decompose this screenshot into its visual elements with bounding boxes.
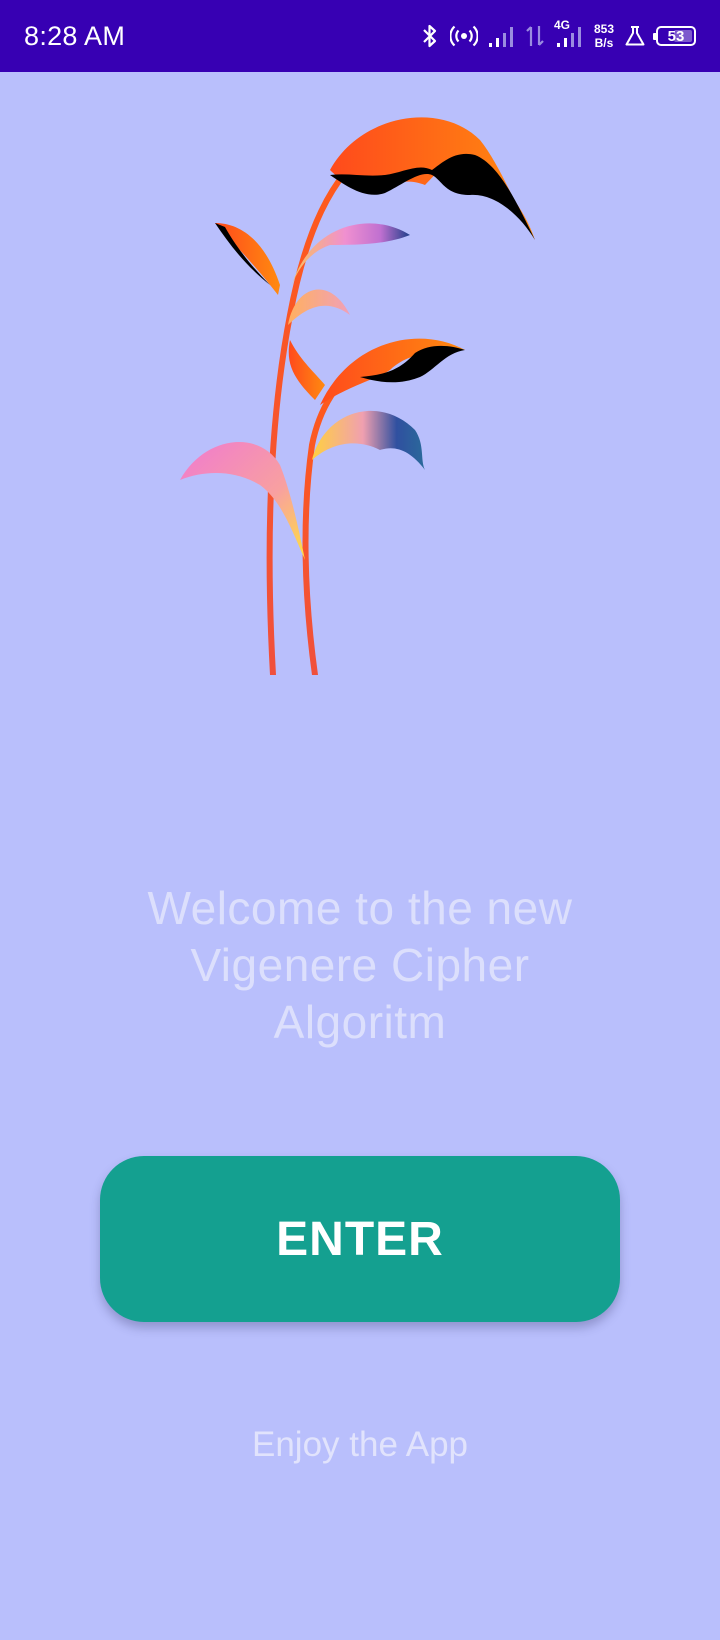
network-speed-value: 853 — [593, 22, 614, 36]
network-speed: 853 B/s — [594, 22, 614, 50]
signal-sim1-icon — [488, 24, 516, 48]
enter-button[interactable]: ENTER — [100, 1156, 620, 1322]
status-bar: 8:28 AM 4G 853 B/s 53 — [0, 0, 720, 72]
status-icons: 4G 853 B/s 53 — [420, 18, 696, 50]
footer-text: Enjoy the App — [252, 1425, 468, 1464]
plant-logo-icon — [180, 115, 540, 678]
welcome-text: Welcome to the new Vigenere Cipher Algor… — [147, 882, 573, 1048]
network-speed-unit: B/s — [594, 36, 614, 50]
battery-level: 53 — [667, 27, 685, 45]
lab-flask-icon — [624, 25, 646, 47]
hotspot-icon — [449, 24, 478, 48]
bluetooth-icon — [420, 23, 440, 49]
network-type-label: 4G — [553, 18, 570, 32]
battery-icon: 53 — [653, 26, 696, 46]
data-transfer-icon — [526, 24, 544, 48]
status-time: 8:28 AM — [24, 20, 126, 51]
signal-sim2-icon: 4G — [554, 18, 584, 48]
